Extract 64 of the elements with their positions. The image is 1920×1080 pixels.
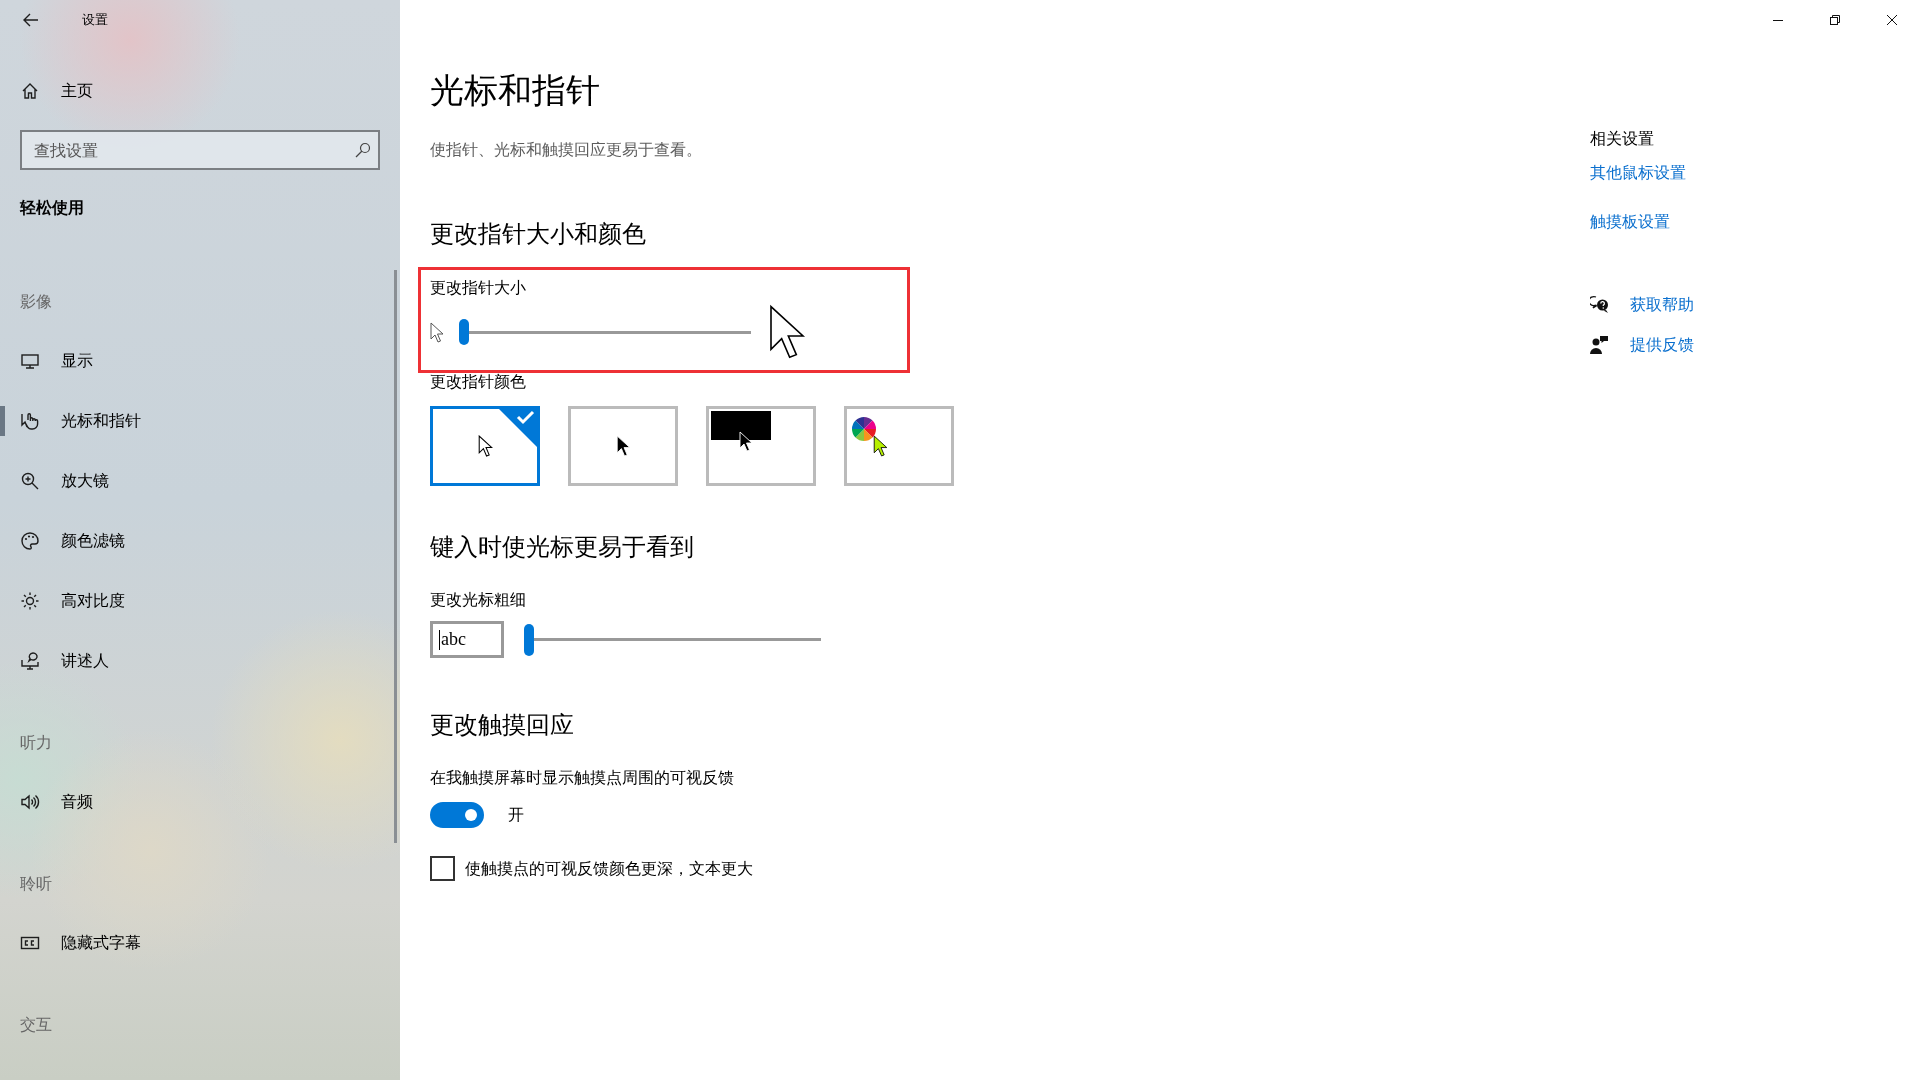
- setting-label: 在我触摸屏幕时显示触摸点周围的可视反馈: [430, 767, 734, 789]
- section-heading: 更改指针大小和颜色: [430, 219, 646, 250]
- palette-icon: [20, 531, 40, 551]
- sidebar-item[interactable]: 音频: [0, 772, 97, 832]
- home-icon: [20, 81, 40, 101]
- toggle-state: 开: [508, 804, 524, 826]
- group-heading: 影像: [20, 291, 52, 313]
- help-chat-icon: [1590, 295, 1610, 315]
- hand-pointer-icon: [20, 411, 40, 431]
- text-cursor: [439, 629, 440, 650]
- support-link[interactable]: 提供反馈: [1630, 333, 1694, 357]
- section-heading: 更改触摸回应: [430, 710, 574, 741]
- related-link[interactable]: 触摸板设置: [1590, 210, 1670, 234]
- pointer-color-option[interactable]: [706, 406, 816, 486]
- setting-label: 更改指针颜色: [430, 371, 526, 393]
- related-heading: 相关设置: [1590, 128, 1654, 150]
- search-field[interactable]: 查找设置: [20, 130, 380, 170]
- large-cursor-icon: [767, 304, 807, 360]
- related-link[interactable]: 其他鼠标设置: [1590, 161, 1686, 185]
- solid-cursor-icon: [615, 435, 631, 457]
- setting-label: 更改光标粗细: [430, 589, 526, 611]
- pointer-color-option[interactable]: [430, 406, 540, 486]
- group-heading: 听力: [20, 732, 52, 754]
- search-icon: [354, 142, 370, 158]
- support-link[interactable]: 获取帮助: [1630, 293, 1694, 317]
- window-title: 设置: [82, 11, 108, 29]
- close-icon: [1886, 15, 1897, 25]
- pointer-color-option[interactable]: [568, 406, 678, 486]
- inverted-cursor-drawing: [711, 411, 771, 453]
- monitor-icon: [20, 351, 40, 371]
- home-nav-item[interactable]: 主页: [20, 71, 93, 111]
- person-feedback-icon: [1590, 335, 1610, 355]
- toggle-switch[interactable]: [430, 802, 484, 828]
- outlined-cursor-icon: [477, 435, 493, 457]
- category-title: 轻松使用: [20, 197, 85, 219]
- color-wheel-icon: [852, 417, 876, 441]
- sidebar-item[interactable]: 颜色滤镜: [0, 511, 129, 571]
- group-heading: 交互: [20, 1014, 52, 1036]
- sidebar-item[interactable]: 隐藏式字幕: [0, 913, 145, 973]
- setting-label: 更改指针大小: [430, 277, 526, 299]
- lime-cursor-icon: [873, 435, 888, 457]
- page-description: 使指针、光标和触摸回应更易于查看。: [430, 139, 702, 161]
- back-button[interactable]: [22, 11, 40, 29]
- group-heading: 聆听: [20, 873, 52, 895]
- speaker-icon: [20, 792, 40, 812]
- narrator-icon: [20, 651, 40, 671]
- back-arrow-icon: [22, 11, 40, 29]
- sidebar-item[interactable]: 放大镜: [0, 451, 113, 511]
- checkbox-label: 使触摸点的可视反馈颜色更深，文本更大: [465, 857, 753, 880]
- sidebar-item[interactable]: 显示: [0, 331, 97, 391]
- scrollbar[interactable]: [394, 270, 397, 843]
- section-heading: 键入时使光标更易于看到: [430, 532, 694, 563]
- magnifier-icon: [20, 471, 40, 491]
- slider-thumb[interactable]: [459, 319, 469, 345]
- sun-icon: [20, 591, 40, 611]
- checkbox[interactable]: [430, 856, 455, 881]
- pointer-color-option[interactable]: [844, 406, 954, 486]
- small-cursor-icon: [430, 321, 444, 343]
- preview-text: abc: [441, 629, 466, 650]
- restore-icon: [1829, 15, 1840, 25]
- page-title: 光标和指针: [430, 69, 600, 112]
- slider-thumb[interactable]: [524, 623, 534, 656]
- sidebar-item[interactable]: 高对比度: [0, 571, 129, 631]
- sidebar-item[interactable]: 讲述人: [0, 631, 113, 691]
